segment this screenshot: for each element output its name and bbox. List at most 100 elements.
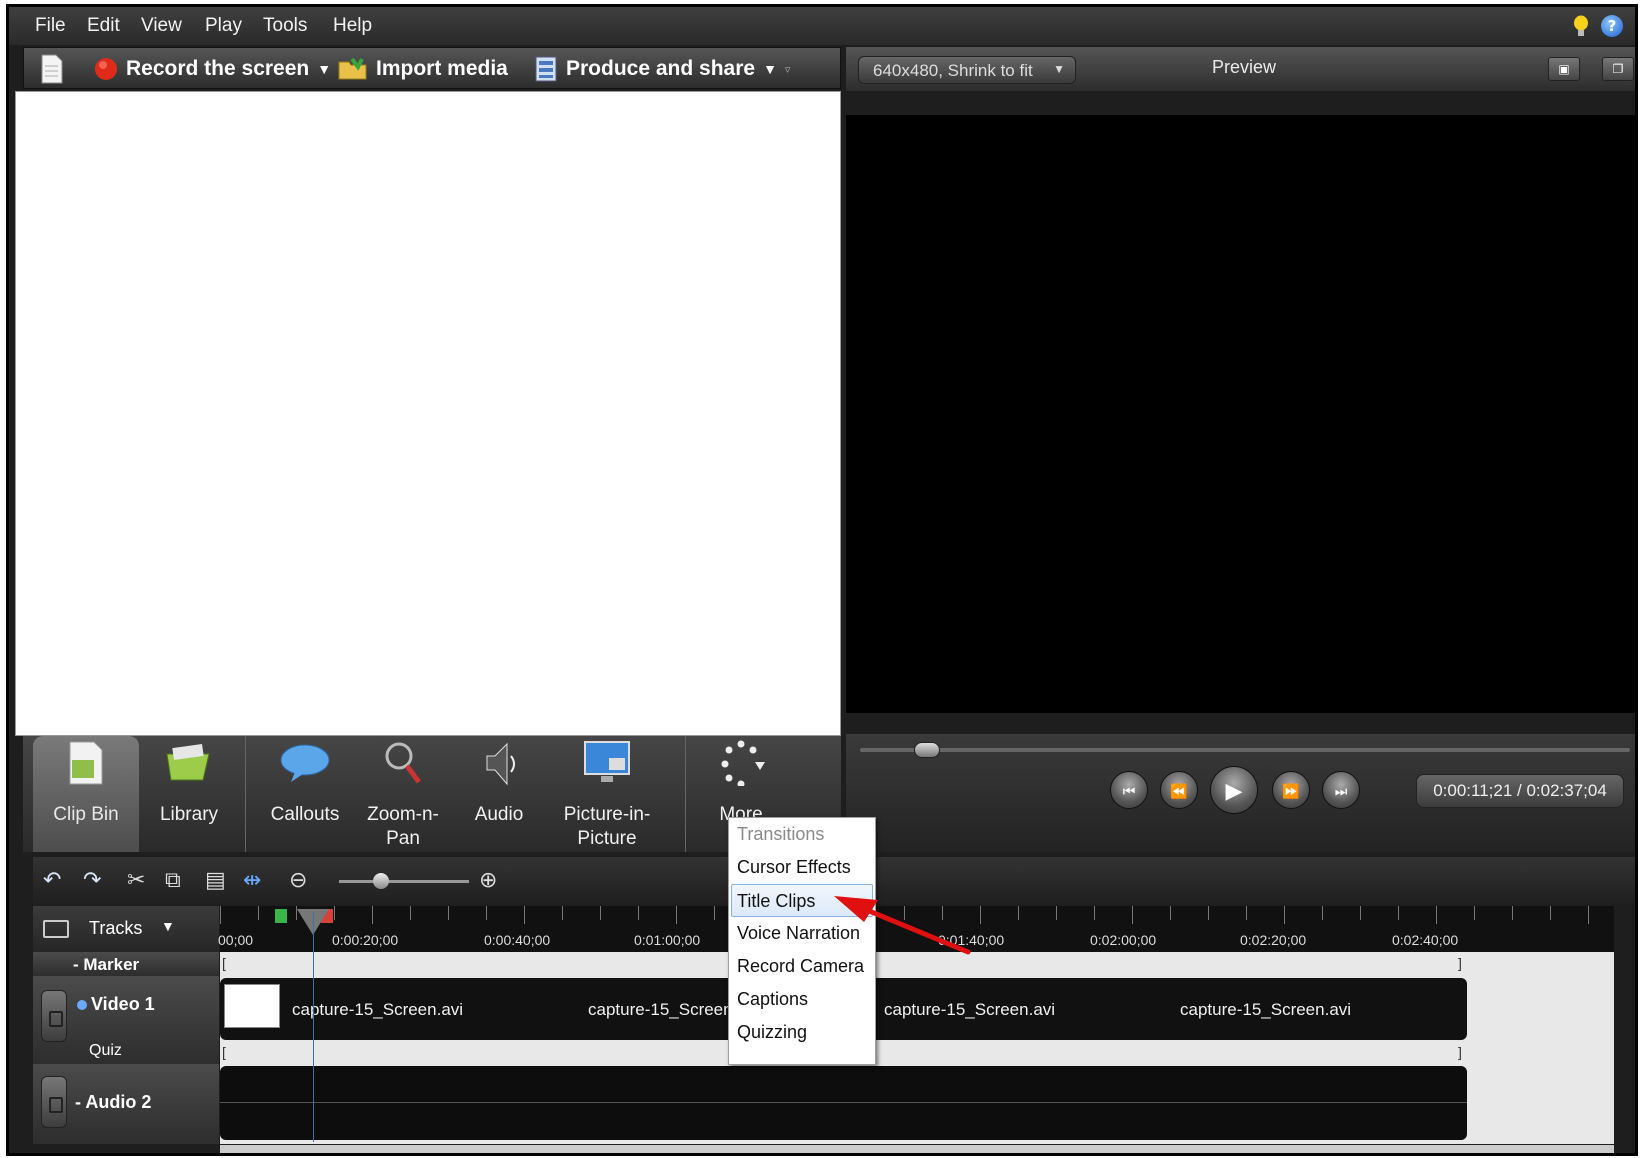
zoom-out-icon[interactable]: ⊖ bbox=[289, 867, 307, 893]
preview-size-select[interactable]: 640x480, Shrink to fit ▼ bbox=[858, 56, 1076, 84]
tab-callouts[interactable]: Callouts bbox=[257, 736, 353, 852]
tab-zoom-n-pan[interactable]: Zoom-n- Pan bbox=[355, 736, 451, 852]
import-label: Import media bbox=[376, 57, 508, 80]
record-screen-button[interactable]: Record the screen ▼ bbox=[94, 54, 331, 84]
lock-icon[interactable] bbox=[41, 990, 67, 1042]
tab-clip-bin-label: Clip Bin bbox=[53, 804, 119, 825]
ruler-tick bbox=[600, 906, 601, 920]
menu-item-captions[interactable]: Captions bbox=[729, 983, 875, 1016]
fullscreen-icon[interactable]: ▣ bbox=[1548, 57, 1580, 81]
rewind-icon[interactable]: ⏪ bbox=[1160, 771, 1198, 809]
tab-audio-label: Audio bbox=[474, 804, 524, 825]
skip-to-start-icon[interactable]: ⏮ bbox=[1110, 771, 1148, 809]
menu-edit[interactable]: Edit bbox=[87, 15, 120, 37]
overflow-chevron-icon[interactable]: ▿ bbox=[785, 63, 791, 76]
timecode-display: 0:00:11;21 / 0:02:37;04 bbox=[1416, 774, 1624, 808]
menu-view[interactable]: View bbox=[141, 15, 182, 37]
copy-icon[interactable]: ⧉ bbox=[165, 867, 181, 893]
clip-label: capture-15_Screen bbox=[588, 1000, 733, 1019]
audio-clip[interactable] bbox=[220, 1066, 1467, 1140]
preview-title: Preview bbox=[1212, 57, 1277, 77]
zoom-slider-thumb[interactable] bbox=[373, 873, 389, 889]
zoom-slider-track[interactable] bbox=[339, 880, 469, 883]
ruler-tick bbox=[1246, 906, 1247, 920]
ruler-label: 0:02:00;00 bbox=[1090, 932, 1157, 948]
speech-bubble-icon bbox=[280, 744, 330, 782]
redo-icon[interactable]: ↷ bbox=[83, 867, 101, 893]
ruler-tick bbox=[1284, 906, 1285, 924]
audio-track[interactable] bbox=[220, 1064, 1614, 1144]
help-icon[interactable]: ? bbox=[1601, 15, 1623, 37]
record-icon bbox=[95, 58, 117, 80]
ruler-tick bbox=[1398, 906, 1399, 920]
tracks-header[interactable]: Tracks ▼ bbox=[33, 906, 219, 952]
video-track-header[interactable]: Video 1 Quiz bbox=[33, 976, 219, 1064]
ruler-tick bbox=[372, 906, 373, 924]
tab-callouts-label: Callouts bbox=[270, 804, 340, 825]
ruler-tick bbox=[334, 906, 335, 920]
menu-play[interactable]: Play bbox=[205, 15, 242, 37]
menu-item-record-camera[interactable]: Record Camera bbox=[729, 950, 875, 983]
menu-file[interactable]: File bbox=[35, 15, 66, 37]
produce-share-button[interactable]: Produce and share ▼ ▿ bbox=[534, 54, 790, 84]
menu-tools[interactable]: Tools bbox=[263, 15, 307, 37]
menu-item-cursor-effects[interactable]: Cursor Effects bbox=[729, 851, 875, 884]
clip-bin-area[interactable] bbox=[15, 91, 841, 736]
ruler-tick bbox=[220, 906, 221, 924]
menu-item-title-clips[interactable]: Title Clips bbox=[731, 884, 873, 917]
fast-forward-icon[interactable]: ⏩ bbox=[1272, 771, 1310, 809]
selection-start-handle[interactable] bbox=[275, 909, 287, 923]
ruler-tick bbox=[1170, 906, 1171, 920]
quiz-track[interactable]: [ ] bbox=[220, 1042, 1614, 1064]
ruler-tick bbox=[562, 906, 563, 920]
split-icon[interactable]: ⇹ bbox=[243, 867, 261, 893]
lock-icon[interactable] bbox=[41, 1076, 67, 1128]
video-preview-screen[interactable] bbox=[846, 115, 1635, 713]
audio-track-header[interactable]: - Audio 2 bbox=[33, 1064, 219, 1144]
tab-picture-in-picture[interactable]: Picture-in- Picture bbox=[551, 736, 663, 852]
play-icon[interactable]: ▶ bbox=[1210, 766, 1258, 814]
ruler-tick bbox=[942, 906, 943, 920]
paste-icon[interactable]: ▤ bbox=[205, 867, 226, 893]
tab-library-label: Library bbox=[159, 804, 219, 825]
marker-track-header[interactable]: - Marker bbox=[33, 952, 219, 976]
main-toolbar: Record the screen ▼ Import media Produce… bbox=[23, 47, 841, 89]
video-track[interactable]: capture-15_Screen.avi capture-15_Screen … bbox=[220, 976, 1614, 1042]
tab-library[interactable]: Library bbox=[141, 736, 237, 852]
zoom-in-icon[interactable]: ⊕ bbox=[479, 867, 497, 893]
ruler-tick bbox=[448, 906, 449, 920]
ruler-tick bbox=[1018, 906, 1019, 920]
chevron-down-icon[interactable]: ▼ bbox=[161, 918, 175, 934]
cut-icon[interactable]: ✂ bbox=[127, 867, 145, 893]
tab-clip-bin[interactable]: Clip Bin bbox=[33, 736, 139, 852]
menu-help[interactable]: Help bbox=[333, 15, 372, 37]
scrub-thumb[interactable] bbox=[913, 742, 940, 758]
menu-item-quizzing[interactable]: Quizzing bbox=[729, 1016, 875, 1049]
new-project-icon[interactable] bbox=[40, 54, 64, 84]
ruler-tick bbox=[410, 906, 411, 920]
tip-bulb-icon[interactable] bbox=[1573, 15, 1589, 39]
ruler-tick bbox=[1208, 906, 1209, 920]
tab-pip-label-1: Picture-in- bbox=[563, 804, 651, 825]
playhead-line bbox=[313, 912, 314, 1142]
clip-bin-icon bbox=[69, 741, 103, 785]
ruler-tick bbox=[1436, 906, 1437, 924]
folder-import-icon bbox=[338, 57, 367, 80]
skip-to-end-icon[interactable]: ⏭ bbox=[1322, 771, 1360, 809]
menu-item-voice-narration[interactable]: Voice Narration bbox=[729, 917, 875, 950]
scrub-track[interactable] bbox=[860, 748, 1630, 752]
marker-track[interactable]: [ ] bbox=[220, 952, 1614, 976]
ruler-label: 0:02:40;00 bbox=[1392, 932, 1459, 948]
clip-label: capture-15_Screen.avi bbox=[884, 1000, 1056, 1019]
ruler-label: 0:00:40;00 bbox=[484, 932, 551, 948]
ruler-tick bbox=[486, 906, 487, 920]
tab-audio[interactable]: Audio bbox=[451, 736, 547, 852]
timeline-ruler[interactable]: 00;00 0:00:20;00 0:00:40;00 0:01:00;00 0… bbox=[218, 906, 1614, 952]
ruler-tick bbox=[1588, 906, 1589, 924]
undo-icon[interactable]: ↶ bbox=[43, 867, 61, 893]
import-media-button[interactable]: Import media bbox=[338, 54, 508, 84]
ruler-tick bbox=[638, 906, 639, 920]
detach-preview-icon[interactable]: ❐ bbox=[1602, 57, 1634, 81]
tab-zoom-label-1: Zoom-n- bbox=[367, 804, 439, 825]
timeline-scrollbar[interactable] bbox=[220, 1145, 1614, 1153]
